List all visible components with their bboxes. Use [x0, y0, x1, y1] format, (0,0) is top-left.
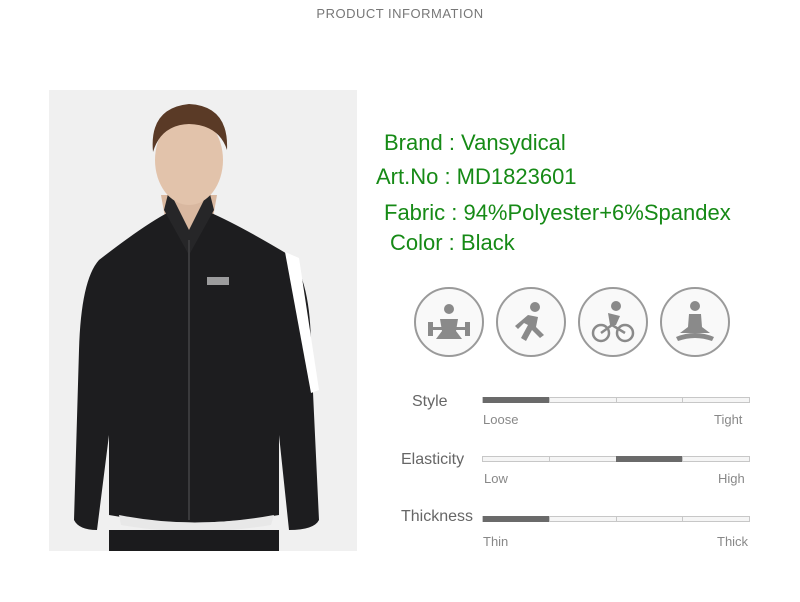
scale-low-label: Loose	[483, 412, 519, 427]
art-no-text: Art.No : MD1823601	[376, 164, 577, 189]
scale-low-label: Thin	[483, 534, 509, 549]
scale-indicator	[483, 397, 549, 403]
scale-low-label: Low	[484, 471, 508, 486]
fabric-text: Fabric : 94%Polyester+6%Spandex	[384, 200, 731, 225]
scale-high-label: Thick	[717, 534, 749, 549]
scale-track	[482, 456, 750, 462]
scale-indicator	[616, 456, 682, 462]
scale-high-label: Tight	[714, 412, 743, 427]
model-jacket-image	[49, 90, 357, 551]
scale-track	[482, 516, 750, 522]
brand-text: Brand : Vansydical	[384, 130, 566, 155]
yoga-icon	[660, 287, 730, 357]
scale-track	[482, 397, 750, 403]
scale-indicator	[483, 516, 549, 522]
section-title: PRODUCT INFORMATION	[316, 6, 484, 21]
color-text: Color : Black	[390, 230, 515, 255]
scale-label: Style	[412, 393, 448, 410]
scale-label: Thickness	[401, 508, 474, 525]
weightlifting-icon	[414, 287, 484, 357]
cycling-icon	[578, 287, 648, 357]
scale-high-label: High	[718, 471, 745, 486]
product-photo	[49, 90, 357, 551]
running-icon	[496, 287, 566, 357]
scale-label: Elasticity	[401, 451, 465, 468]
